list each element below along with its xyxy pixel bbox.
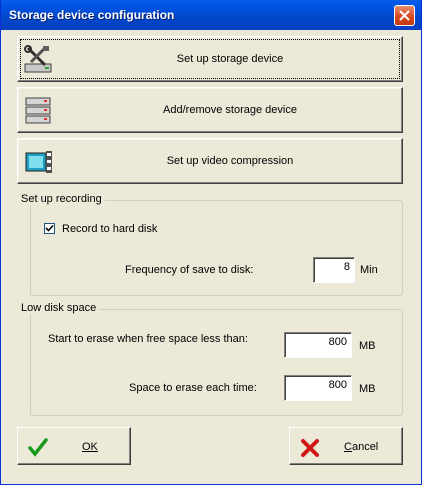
checkmark-icon (28, 438, 48, 457)
drive-stack-icon (25, 97, 51, 124)
erase-threshold-input[interactable]: 800 (284, 332, 352, 358)
film-icon (25, 151, 52, 173)
close-icon (399, 10, 410, 21)
ok-label: OK (82, 441, 98, 453)
setup-video-compression-button[interactable]: Set up video compression (17, 138, 403, 184)
recording-group-legend: Set up recording (18, 193, 105, 205)
storage-config-dialog: Storage device configuration Set up stor… (0, 0, 422, 485)
add-remove-storage-label: Add/remove storage device (163, 104, 297, 116)
erase-amount-input[interactable]: 800 (284, 375, 352, 401)
erase-amount-unit: MB (359, 383, 376, 395)
setup-storage-label: Set up storage device (176, 53, 284, 65)
cancel-label: Cancel (344, 441, 378, 453)
cancel-button[interactable]: Cancel (289, 427, 403, 465)
low-disk-space-legend: Low disk space (18, 302, 100, 314)
close-button[interactable] (394, 5, 415, 26)
tools-icon (24, 45, 52, 73)
erase-threshold-unit: MB (359, 340, 376, 352)
x-icon (301, 439, 319, 457)
ok-button[interactable]: OK (17, 427, 131, 465)
setup-video-label: Set up video compression (166, 155, 294, 167)
checkmark-icon (45, 224, 54, 232)
title-bar: Storage device configuration (1, 0, 421, 30)
save-frequency-unit: Min (360, 264, 378, 276)
record-to-hard-disk-checkbox[interactable] (44, 223, 55, 234)
add-remove-storage-device-button[interactable]: Add/remove storage device (17, 87, 403, 133)
setup-storage-device-button[interactable]: Set up storage device (17, 36, 403, 82)
erase-amount-label: Space to erase each time: (129, 382, 257, 394)
cancel-accelerator: C (344, 441, 352, 453)
record-to-hard-disk-label: Record to hard disk (62, 223, 158, 235)
window-title: Storage device configuration (9, 8, 175, 22)
save-frequency-input[interactable]: 8 (313, 257, 355, 283)
save-frequency-label: Frequency of save to disk: (125, 264, 254, 276)
cancel-rest: ancel (351, 441, 379, 453)
erase-threshold-label: Start to erase when free space less than… (48, 333, 248, 345)
